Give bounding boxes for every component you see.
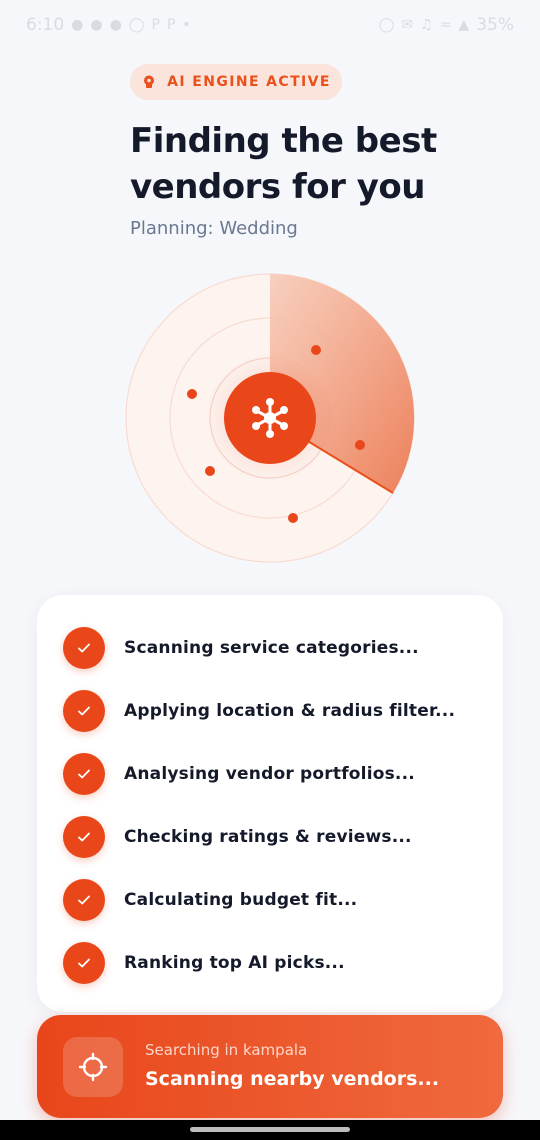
checklist-label: Ranking top AI picks... (124, 953, 345, 973)
vendor-blip (355, 440, 365, 450)
checklist-label: Applying location & radius filter... (124, 701, 456, 721)
checkmark-icon (63, 816, 105, 858)
checkmark-icon (63, 690, 105, 732)
mute-icon: ♫ (420, 17, 433, 33)
checkmark-icon (63, 879, 105, 921)
page-title: Finding the best vendors for you (130, 121, 437, 207)
checklist-item: Calculating budget fit... (63, 879, 357, 921)
vendor-blip (311, 345, 321, 355)
checklist-item: Scanning service categories... (63, 627, 419, 669)
checklist-label: Scanning service categories... (124, 638, 419, 658)
checklist-label: Checking ratings & reviews... (124, 827, 412, 847)
p-icon: P (151, 17, 160, 33)
search-location-text: Searching in kampala (145, 1041, 308, 1059)
snapchat-icon: ● (90, 17, 103, 33)
home-gesture-handle[interactable] (190, 1127, 350, 1132)
status-time: 6:10 (26, 15, 65, 35)
checkmark-icon (63, 753, 105, 795)
checklist-label: Calculating budget fit... (124, 890, 358, 910)
search-status-text: Scanning nearby vendors... (145, 1068, 440, 1090)
signal-icon: ▲ (458, 17, 470, 33)
wifi-icon: ≈ (439, 17, 452, 33)
planning-subtitle: Planning: Wedding (130, 218, 298, 239)
checkmark-icon (63, 942, 105, 984)
checklist-item: Checking ratings & reviews... (63, 816, 412, 858)
snapchat-icon: ● (71, 17, 84, 33)
vendor-blip (288, 513, 298, 523)
checkmark-icon (63, 627, 105, 669)
alarm-icon: ◯ (128, 17, 145, 33)
checklist-item: Ranking top AI picks... (63, 942, 345, 984)
badge-label: AI ENGINE ACTIVE (167, 74, 331, 90)
progress-checklist: Scanning service categories... Applying … (37, 595, 503, 1012)
ai-engine-badge: AI ENGINE ACTIVE (130, 64, 342, 100)
brain-icon (144, 75, 155, 88)
p-icon: P (166, 17, 176, 33)
status-bar: 6:10 ● ● ● ◯ P P • ◯ ✉ ♫ ≈ ▲ 35% (0, 0, 540, 50)
search-status-banner: Searching in kampala Scanning nearby ven… (37, 1015, 503, 1118)
mail-icon: ✉ (401, 17, 414, 33)
battery-level: 35% (476, 15, 514, 35)
dot-icon: • (182, 17, 191, 33)
radar-scanner (125, 273, 415, 563)
snapchat-icon: ● (109, 17, 122, 33)
vendor-blip (187, 389, 197, 399)
crosshair-icon (63, 1037, 123, 1097)
vendor-blip (205, 466, 215, 476)
alarm-icon: ◯ (378, 17, 395, 33)
checklist-item: Applying location & radius filter... (63, 690, 455, 732)
checklist-item: Analysing vendor portfolios... (63, 753, 415, 795)
checklist-label: Analysing vendor portfolios... (124, 764, 415, 784)
